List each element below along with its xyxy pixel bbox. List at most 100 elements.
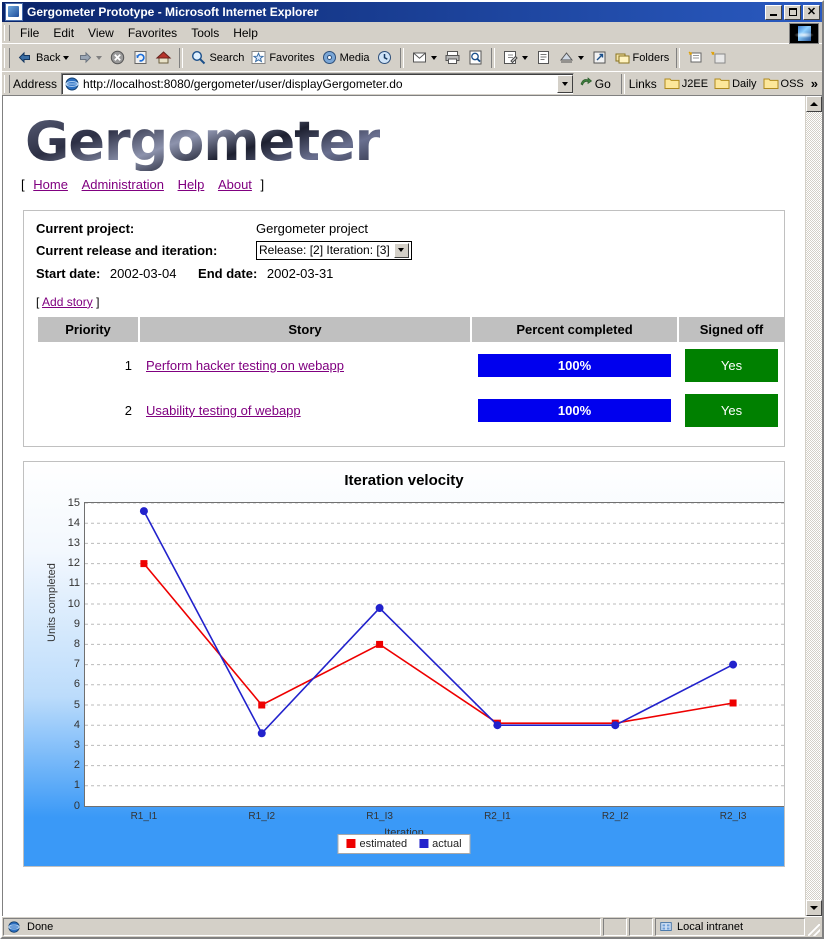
go-arrow-icon — [578, 75, 595, 92]
address-grip[interactable] — [4, 74, 10, 93]
toolbar-separator-3 — [490, 47, 495, 68]
address-dropdown-button[interactable] — [556, 74, 573, 93]
forward-button[interactable] — [73, 47, 106, 68]
back-button[interactable]: Back — [14, 47, 73, 68]
home-button[interactable] — [152, 47, 175, 68]
chart-x-tick-label: R2_I1 — [484, 810, 511, 822]
scroll-up-button[interactable] — [806, 96, 822, 112]
end-date-value: 2002-03-31 — [266, 265, 334, 281]
nav-bracket-close: ] — [260, 176, 265, 192]
print-icon — [444, 49, 461, 66]
menu-item-favorites[interactable]: Favorites — [121, 24, 184, 42]
status-pane-2 — [603, 918, 627, 936]
mail-dropdown-icon[interactable] — [430, 55, 437, 60]
resize-grip[interactable] — [807, 923, 821, 937]
chart-y-tick-label: 3 — [73, 739, 80, 752]
forward-dropdown-icon[interactable] — [96, 55, 103, 60]
links-bar: Links J2EE Daily OSS » — [629, 75, 822, 92]
chart-svg — [85, 502, 784, 786]
chevron-down-icon[interactable] — [393, 242, 409, 258]
scrollbar-track[interactable] — [806, 112, 822, 900]
media-button[interactable]: Media — [318, 47, 373, 68]
status-message-pane: Done — [3, 918, 601, 936]
print-button[interactable] — [441, 47, 464, 68]
current-project-label: Current project: — [36, 220, 135, 236]
window-title: Gergometer Prototype - Microsoft Interne… — [27, 5, 319, 19]
nav-link-administration[interactable]: Administration — [82, 177, 164, 192]
menu-item-help[interactable]: Help — [226, 24, 265, 42]
triangle-up-icon — [810, 102, 818, 106]
edit-dropdown-icon[interactable] — [521, 55, 528, 60]
link-label: Daily — [732, 77, 757, 90]
menu-item-file[interactable]: File — [13, 24, 46, 42]
story-link[interactable]: Perform hacker testing on webapp — [146, 358, 344, 373]
address-input[interactable] — [83, 76, 557, 91]
link-item-daily[interactable]: Daily — [711, 75, 759, 92]
minimize-button[interactable] — [765, 4, 782, 20]
research-dropdown-icon[interactable] — [577, 55, 584, 60]
print-preview-button[interactable] — [464, 47, 487, 68]
chart-y-tick-label: 1 — [73, 779, 80, 792]
cell-story: Usability testing of webapp — [140, 389, 470, 432]
favorites-button[interactable]: Favorites — [247, 47, 317, 68]
tool-extra-1-button[interactable] — [684, 47, 707, 68]
research-button[interactable] — [555, 47, 588, 68]
discuss-icon — [535, 49, 552, 66]
menu-item-view[interactable]: View — [81, 24, 121, 42]
site-logo: Gergometer — [25, 110, 381, 173]
history-button[interactable] — [373, 47, 396, 68]
close-button[interactable]: ✕ — [803, 4, 820, 20]
add-story-link[interactable]: Add story — [42, 295, 93, 309]
page-content: Gergometer [ Home Administration Help Ab… — [3, 96, 805, 916]
links-overflow-button[interactable]: » — [807, 76, 822, 91]
stop-icon — [109, 49, 126, 66]
maximize-button[interactable] — [784, 4, 801, 20]
vertical-scrollbar[interactable] — [805, 96, 822, 916]
search-button[interactable]: Search — [187, 47, 247, 68]
nav-link-home[interactable]: Home — [33, 177, 68, 192]
toolbar-grip[interactable] — [4, 47, 10, 68]
chart-y-tick-label: 10 — [67, 597, 80, 610]
chart-title: Iteration velocity — [344, 471, 464, 489]
chart-x-tick-label: R1_I2 — [248, 810, 276, 822]
address-input-wrapper[interactable] — [61, 72, 574, 95]
chart-x-tick-label: R1_I3 — [366, 810, 393, 822]
stories-table: Priority Story Percent completed Signed … — [36, 315, 786, 434]
nav-link-about[interactable]: About — [218, 177, 252, 192]
end-date-label: End date: — [198, 265, 258, 281]
folders-button[interactable]: Folders — [611, 47, 673, 68]
edit-button[interactable] — [499, 47, 532, 68]
app-icon — [5, 3, 23, 21]
folders-label: Folders — [632, 51, 670, 64]
table-row: 2 Usability testing of webapp 100% Yes — [38, 389, 784, 432]
tool-extra-2-button[interactable] — [707, 47, 730, 68]
edit-page-icon — [502, 49, 519, 66]
story-link[interactable]: Usability testing of webapp — [146, 403, 301, 418]
chart-y-tick-label: 4 — [73, 718, 80, 731]
current-project-value: Gergometer project — [256, 220, 368, 236]
iteration-velocity-chart: Iteration velocity Units completed 01234… — [24, 461, 784, 866]
link-item-j2ee[interactable]: J2EE — [661, 75, 711, 92]
toolbar-separator-2 — [399, 47, 404, 68]
chart-y-tick-label: 5 — [73, 698, 80, 711]
go-button[interactable]: Go — [574, 75, 617, 92]
column-header-story: Story — [140, 316, 470, 342]
menu-item-tools[interactable]: Tools — [184, 24, 226, 42]
menu-item-edit[interactable]: Edit — [46, 24, 81, 42]
messenger-button[interactable] — [588, 47, 611, 68]
nav-link-help[interactable]: Help — [178, 177, 205, 192]
refresh-button[interactable] — [129, 47, 152, 68]
progress-bar: 100% — [478, 353, 671, 377]
chart-y-tick-label: 2 — [73, 759, 80, 772]
back-label: Back — [36, 51, 61, 64]
stop-button[interactable] — [106, 47, 129, 68]
discuss-button[interactable] — [532, 47, 555, 68]
back-dropdown-icon[interactable] — [63, 55, 70, 60]
release-iteration-select[interactable]: Release: [2] Iteration: [3] — [256, 240, 412, 260]
grid-sparkle-icon — [710, 49, 727, 66]
scroll-down-button[interactable] — [806, 900, 822, 916]
link-item-oss[interactable]: OSS — [760, 75, 807, 92]
menu-grip[interactable] — [4, 24, 10, 41]
mail-button[interactable] — [408, 47, 441, 68]
research-icon — [558, 49, 575, 66]
